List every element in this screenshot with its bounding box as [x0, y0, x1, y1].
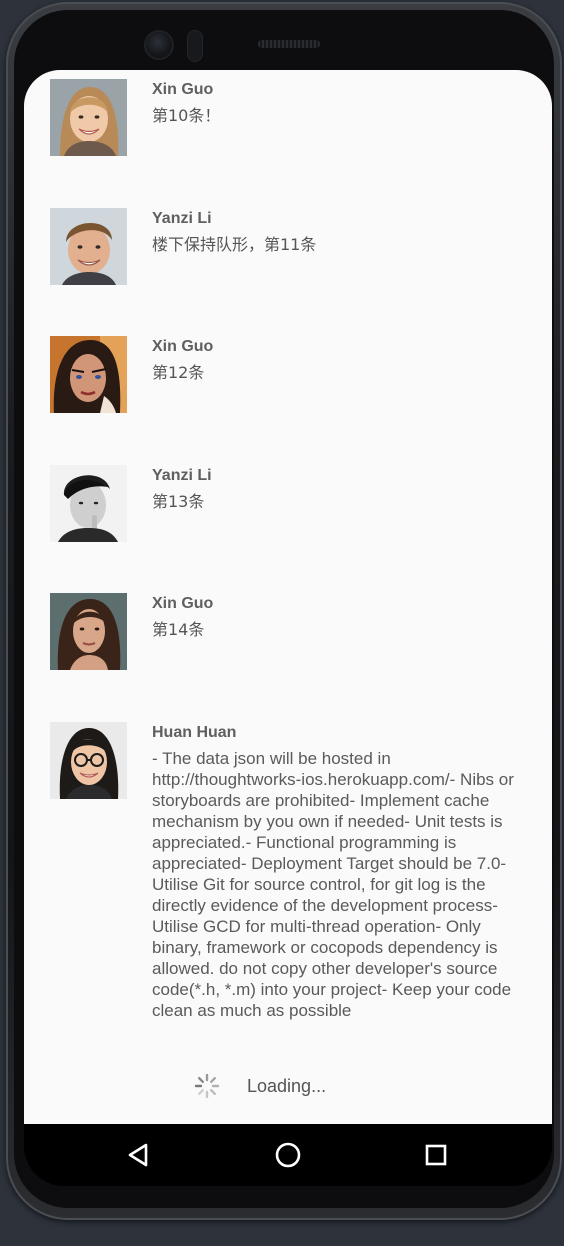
- list-item[interactable]: Xin Guo 第10条！: [24, 70, 552, 198]
- list-item[interactable]: Huan Huan - The data json will be hosted…: [24, 713, 552, 1043]
- avatar-man-bw-icon[interactable]: [50, 465, 127, 542]
- list-item[interactable]: Yanzi Li 楼下保持队形，第11条: [24, 199, 552, 327]
- loading-indicator: Loading...: [194, 1070, 326, 1102]
- earpiece-speaker-icon: [258, 40, 320, 48]
- author-name: Xin Guo: [152, 595, 214, 612]
- system-navigation-bar: [24, 1124, 552, 1186]
- avatar-man-smiling-icon[interactable]: [50, 208, 127, 285]
- list-item[interactable]: Xin Guo 第12条: [24, 327, 552, 455]
- post-content: 第12条: [152, 363, 205, 382]
- proximity-sensor-icon: [188, 31, 202, 61]
- author-name: Yanzi Li: [152, 467, 212, 484]
- list-item[interactable]: Yanzi Li 第13条: [24, 456, 552, 584]
- avatar-woman-glasses-icon[interactable]: [50, 722, 127, 799]
- app-screen: Xin Guo 第10条！ Yanzi Li 楼下保持队形，第11条 Xin G…: [24, 70, 552, 1124]
- post-content: 第10条！: [152, 106, 221, 125]
- avatar-woman-blonde-icon[interactable]: [50, 79, 127, 156]
- avatar-woman-portrait-icon[interactable]: [50, 336, 127, 413]
- recents-square-icon[interactable]: [419, 1138, 453, 1172]
- front-camera-icon: [146, 32, 172, 58]
- spinner-icon: [194, 1073, 220, 1099]
- avatar-woman-dark-hair-icon[interactable]: [50, 593, 127, 670]
- author-name: Xin Guo: [152, 81, 214, 98]
- list-item[interactable]: Xin Guo 第14条: [24, 584, 552, 712]
- post-content: - The data json will be hosted in http:/…: [152, 749, 514, 1020]
- author-name: Huan Huan: [152, 724, 237, 741]
- home-circle-icon[interactable]: [271, 1138, 305, 1172]
- author-name: Xin Guo: [152, 338, 214, 355]
- author-name: Yanzi Li: [152, 210, 212, 227]
- post-content: 第14条: [152, 620, 205, 639]
- post-content: 第13条: [152, 492, 205, 511]
- back-triangle-icon[interactable]: [122, 1138, 156, 1172]
- loading-text: Loading...: [247, 1075, 327, 1096]
- post-content: 楼下保持队形，第11条: [152, 235, 317, 254]
